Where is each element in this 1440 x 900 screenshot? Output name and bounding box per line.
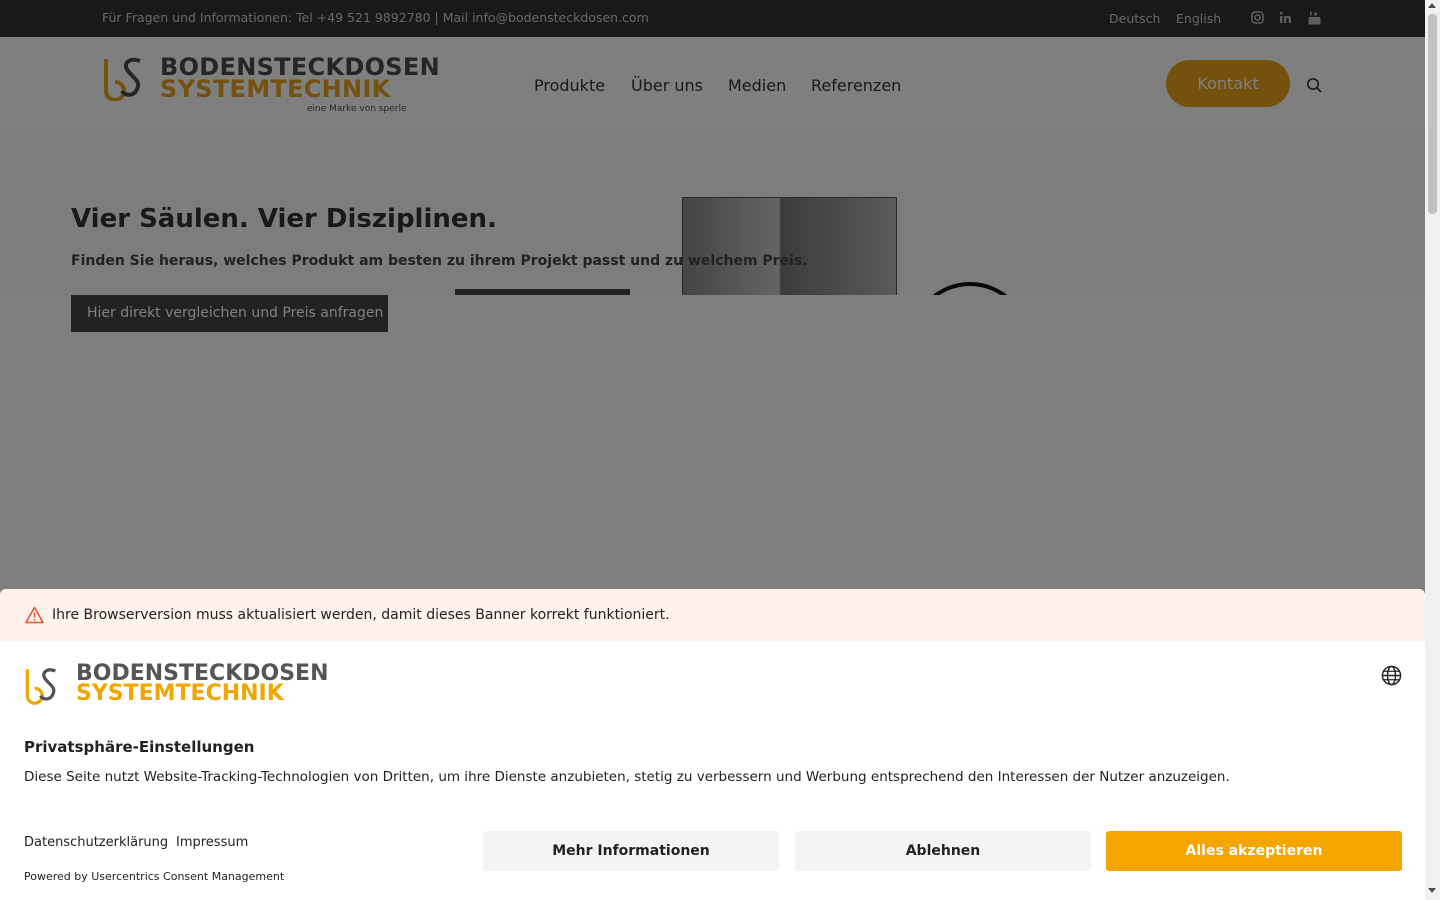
privacy-link[interactable]: Datenschutzerklärung — [24, 835, 168, 850]
deny-button[interactable]: Ablehnen — [795, 831, 1091, 871]
scrollbar-thumb[interactable] — [1428, 14, 1437, 214]
scrollbar[interactable] — [1425, 0, 1440, 900]
browser-warning: Ihre Browserversion muss aktualisiert we… — [0, 589, 1425, 641]
consent-description: Diese Seite nutzt Website-Tracking-Techn… — [24, 769, 1230, 785]
consent-logo: BODENSTECKDOSEN SYSTEMTECHNIK — [24, 663, 329, 707]
warning-icon — [25, 606, 44, 624]
scroll-down-icon[interactable] — [1428, 888, 1436, 893]
more-info-button[interactable]: Mehr Informationen — [483, 831, 779, 871]
logo-mark-icon — [25, 668, 57, 705]
consent-banner: Ihre Browserversion muss aktualisiert we… — [0, 589, 1425, 900]
consent-title: Privatsphäre-Einstellungen — [24, 738, 255, 756]
globe-icon[interactable] — [1381, 665, 1402, 686]
powered-by: Powered by Usercentrics Consent Manageme… — [24, 870, 285, 883]
scroll-up-icon[interactable] — [1428, 3, 1436, 8]
imprint-link[interactable]: Impressum — [176, 835, 248, 850]
consent-logo-line2: SYSTEMTECHNIK — [76, 681, 284, 706]
accept-all-button[interactable]: Alles akzeptieren — [1106, 831, 1402, 871]
warning-text: Ihre Browserversion muss aktualisiert we… — [52, 607, 670, 623]
